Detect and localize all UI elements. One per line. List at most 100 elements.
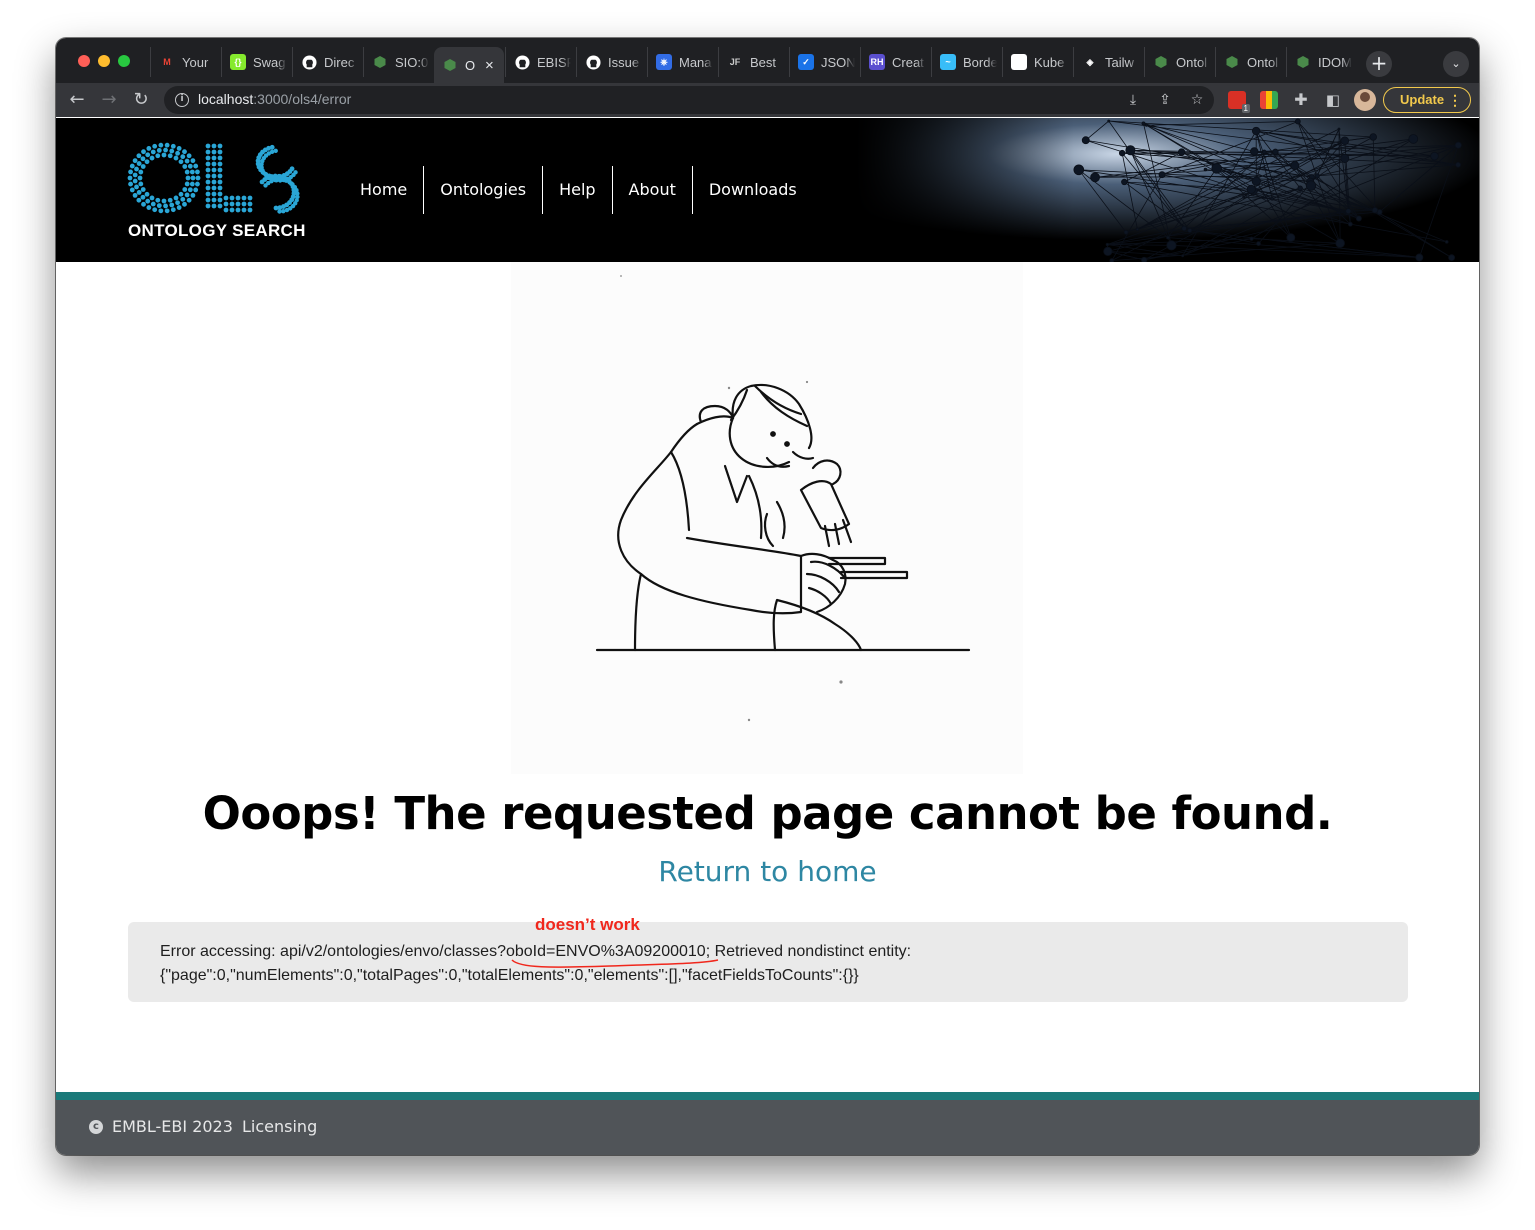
tab-title: EBISF — [537, 54, 571, 70]
tab-title: Swag — [253, 54, 286, 70]
reload-icon[interactable]: ↻ — [128, 87, 154, 113]
scientist-microscope-illustration — [511, 262, 1023, 774]
close-window-button[interactable] — [78, 55, 90, 67]
tab-title: Your — [182, 54, 209, 70]
footer-copyright: EMBL-EBI 2023 — [112, 1117, 233, 1136]
main-nav: Home Ontologies Help About Downloads — [344, 166, 813, 214]
nav-help[interactable]: Help — [542, 166, 611, 214]
jf-icon: JF — [729, 57, 741, 67]
error-message-prefix: Error accessing: api/v2/ontologies/envo/… — [160, 943, 506, 960]
browser-tab[interactable]: Kube — [1002, 47, 1072, 77]
annotation-underline — [511, 959, 719, 968]
logo-tagline: ONTOLOGY SEARCH — [128, 221, 306, 240]
extension-colors-icon[interactable] — [1260, 91, 1278, 109]
browser-tab[interactable]: Issue — [576, 47, 646, 77]
update-button[interactable]: Update ⋮ — [1383, 87, 1471, 113]
browser-tab[interactable]: RH Creat — [860, 47, 930, 77]
more-menu-icon: ⋮ — [1448, 92, 1462, 108]
tab-title: Issue — [608, 54, 640, 70]
tab-title: JSON — [821, 54, 855, 70]
browser-tab[interactable]: ✓ JSON — [789, 47, 859, 77]
footer-licensing-link[interactable]: Licensing — [242, 1117, 317, 1136]
tab-strip: M Your{} Swag Direc SIO:0 O × EBISF Issue ⎈ Mana JF… — [56, 38, 1479, 83]
copyright-icon: c — [89, 1120, 103, 1134]
checkbox-icon: ✓ — [798, 54, 814, 70]
gmail-icon: M — [163, 57, 171, 67]
browser-tab[interactable]: Ontol — [1144, 47, 1214, 77]
hexagon-icon — [372, 54, 388, 70]
hexagon-icon — [442, 57, 458, 73]
footer-stripe — [56, 1092, 1479, 1100]
tab-title: O — [465, 57, 476, 73]
browser-window: M Your{} Swag Direc SIO:0 O × EBISF Issue ⎈ Mana JF… — [56, 38, 1479, 1155]
tab-title: Mana — [679, 54, 712, 70]
github-icon — [301, 54, 317, 70]
browser-tab[interactable]: M Your — [150, 47, 220, 77]
info-icon[interactable]: i — [175, 93, 189, 107]
tab-title: Kube — [1034, 54, 1065, 70]
site-footer: c EMBL-EBI 2023 Licensing — [56, 1100, 1479, 1155]
error-message: Error accessing: api/v2/ontologies/envo/… — [160, 940, 1380, 988]
tab-title: Borde — [963, 54, 997, 70]
tab-search-button[interactable]: ⌄ — [1443, 51, 1469, 77]
extension-badge: 1 — [1241, 104, 1250, 113]
profile-avatar[interactable] — [1354, 89, 1376, 111]
nav-ontologies[interactable]: Ontologies — [423, 166, 542, 214]
error-details-box: Error accessing: api/v2/ontologies/envo/… — [128, 922, 1408, 1002]
tab-title: Ontol — [1247, 54, 1279, 70]
browser-tab[interactable]: Direc — [292, 47, 362, 77]
tab-title: Ontol — [1176, 54, 1208, 70]
network-background-image — [856, 118, 1479, 262]
browser-tab[interactable]: {} Swag — [221, 47, 291, 77]
browser-toolbar: ← → ↻ i localhost:3000/ols4/error ⤓ ⇪ ☆ … — [56, 83, 1479, 117]
extensions-puzzle-icon[interactable]: ✚ — [1288, 87, 1314, 113]
browser-tab[interactable]: ⎈ Mana — [647, 47, 717, 77]
browser-tab[interactable]: ~ Borde — [931, 47, 1001, 77]
extension-red-icon[interactable]: 1 — [1228, 91, 1250, 113]
hexagon-icon — [1153, 54, 1169, 70]
side-panel-icon[interactable]: ◧ — [1320, 87, 1346, 113]
install-app-icon[interactable]: ⤓ — [1124, 91, 1142, 109]
browser-tab[interactable]: JF Best — [718, 47, 788, 77]
update-label: Update — [1400, 92, 1445, 107]
error-title: Ooops! The requested page cannot be foun… — [202, 787, 1333, 840]
tab-title: IDOM — [1318, 54, 1352, 70]
nav-home[interactable]: Home — [344, 166, 423, 214]
tab-title: Best — [750, 54, 777, 70]
bookmark-star-icon[interactable]: ☆ — [1188, 91, 1206, 109]
page-icon — [1011, 54, 1027, 70]
url-path: :3000/ols4/error — [253, 91, 352, 107]
share-icon[interactable]: ⇪ — [1156, 91, 1174, 109]
error-message-suffix: ; Retrieved nondistinct entity: — [705, 943, 912, 960]
nav-downloads[interactable]: Downloads — [691, 166, 813, 214]
browser-tab[interactable]: Ontol — [1215, 47, 1285, 77]
nav-about[interactable]: About — [611, 166, 692, 214]
return-home-link[interactable]: Return to home — [56, 855, 1479, 888]
tab-title: Tailw — [1105, 54, 1134, 70]
tab-title: SIO:0 — [395, 54, 429, 70]
browser-tab[interactable]: EBISF — [505, 47, 575, 77]
browser-tab[interactable]: SIO:0 — [363, 47, 433, 77]
tailwind-icon: ~ — [940, 54, 956, 70]
address-bar[interactable]: i localhost:3000/ols4/error ⤓ ⇪ ☆ — [164, 86, 1214, 114]
github-icon — [514, 54, 530, 70]
minimize-window-button[interactable] — [98, 55, 110, 67]
hexagon-icon — [1224, 54, 1240, 70]
new-tab-button[interactable]: + — [1366, 51, 1392, 77]
back-arrow-icon[interactable]: ← — [64, 87, 90, 113]
url-text[interactable]: localhost:3000/ols4/error — [198, 91, 351, 107]
hexagon-icon — [1295, 54, 1311, 70]
github-icon — [585, 54, 601, 70]
kubernetes-icon: ⎈ — [656, 54, 672, 70]
tab-title: Direc — [324, 54, 355, 70]
browser-tab[interactable]: O × — [434, 47, 504, 83]
url-host: localhost — [198, 91, 254, 107]
close-tab-icon[interactable]: × — [485, 57, 494, 74]
codepen-icon: ◈ — [1086, 56, 1094, 67]
rh-icon: RH — [869, 54, 885, 70]
zoom-window-button[interactable] — [118, 55, 130, 67]
forward-arrow-icon[interactable]: → — [96, 87, 122, 113]
site-header: ONTOLOGY SEARCH Home Ontologies Help Abo… — [56, 118, 1479, 262]
browser-tab[interactable]: ◈ Tailw — [1073, 47, 1143, 77]
browser-tab[interactable]: IDOM — [1286, 47, 1356, 77]
